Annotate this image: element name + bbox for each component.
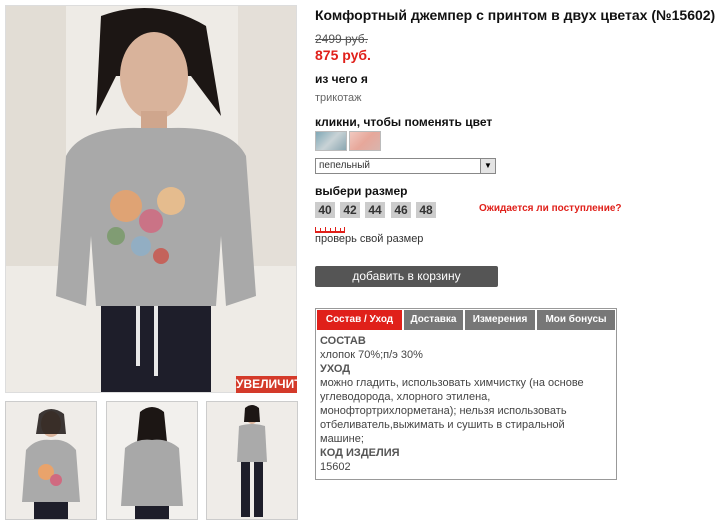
model-photo-illustration <box>6 6 296 392</box>
product-info-tabs: Состав / Уход Доставка Измерения Мои бон… <box>315 308 617 480</box>
composition-heading: СОСТАВ <box>320 335 366 347</box>
gallery-thumbnail-3[interactable] <box>206 401 298 520</box>
availability-request-link[interactable]: Ожидается ли поступление? <box>479 203 622 214</box>
material-value: трикотаж <box>315 92 362 104</box>
color-swatch-ash[interactable] <box>315 131 347 151</box>
size-option-44[interactable]: 44 <box>365 202 385 218</box>
add-to-cart-button[interactable]: добавить в корзину <box>315 266 498 287</box>
gallery-thumbnail-1[interactable] <box>5 401 97 520</box>
size-option-46[interactable]: 46 <box>391 202 411 218</box>
old-price: 2499 руб. <box>315 32 368 46</box>
product-main-photo[interactable] <box>5 5 297 393</box>
color-select-value: пепельный <box>319 160 370 171</box>
thumbnail-image <box>107 402 197 519</box>
size-option-48[interactable]: 48 <box>416 202 436 218</box>
product-code-value: 15602 <box>320 461 351 473</box>
product-title: Комфортный джемпер с принтом в двух цвет… <box>315 7 716 23</box>
chevron-down-icon: ▼ <box>480 159 495 173</box>
color-swatch-pink[interactable] <box>349 131 381 151</box>
care-heading: УХОД <box>320 363 351 375</box>
product-code-heading: КОД ИЗДЕЛИЯ <box>320 447 400 459</box>
check-size-link[interactable]: проверь свой размер <box>315 233 423 245</box>
thumbnail-image <box>6 402 96 519</box>
material-label: из чего я <box>315 72 368 86</box>
tab-delivery[interactable]: Доставка <box>404 310 463 330</box>
size-label: выбери размер <box>315 184 408 198</box>
tab-measurements[interactable]: Измерения <box>465 310 535 330</box>
composition-text: хлопок 70%;п/э 30% <box>320 349 423 361</box>
tab-my-bonuses[interactable]: Мои бонусы <box>537 310 615 330</box>
color-select[interactable]: пепельный ▼ <box>315 158 496 174</box>
gallery-thumbnail-2[interactable] <box>106 401 198 520</box>
care-text: можно гладить, использовать химчистку (н… <box>320 377 584 445</box>
thumbnail-image <box>207 402 297 519</box>
current-price: 875 руб. <box>315 47 371 63</box>
tab-composition-care[interactable]: Состав / Уход <box>317 310 402 330</box>
zoom-button[interactable]: УВЕЛИЧИТЬ <box>236 376 310 393</box>
size-option-42[interactable]: 42 <box>340 202 360 218</box>
color-label: кликни, чтобы поменять цвет <box>315 115 493 129</box>
tab-content: СОСТАВ хлопок 70%;п/э 30% УХОД можно гла… <box>320 334 610 474</box>
size-option-40[interactable]: 40 <box>315 202 335 218</box>
